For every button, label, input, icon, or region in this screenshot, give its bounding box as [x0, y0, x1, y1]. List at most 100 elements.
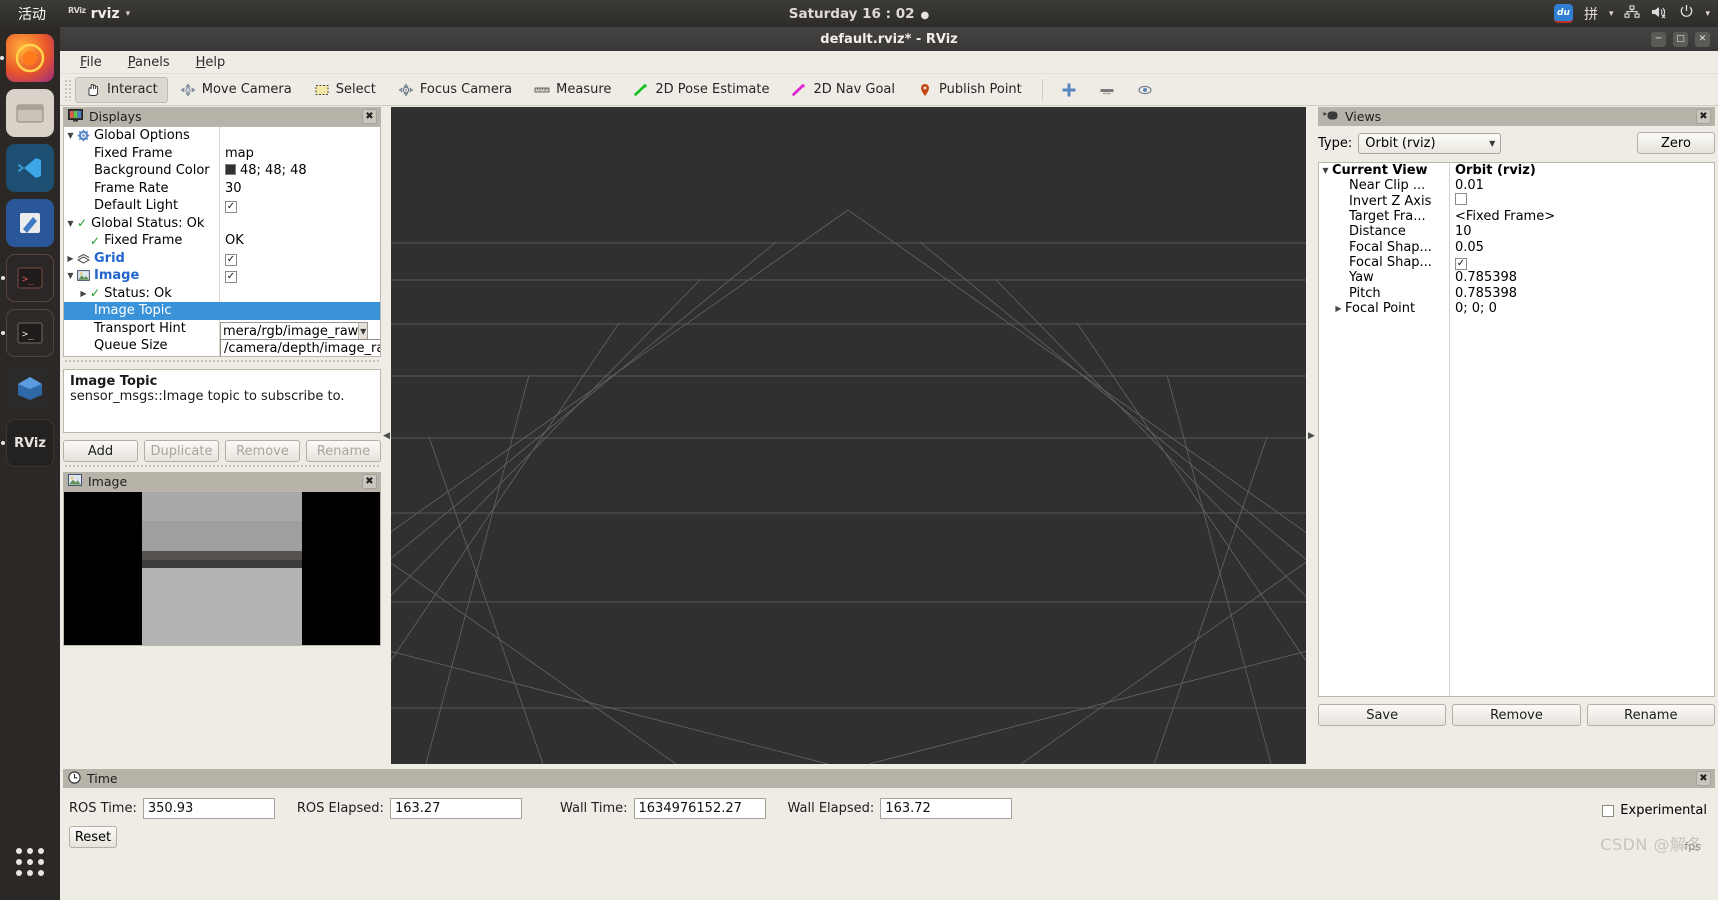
- views-row-focal-shape-size[interactable]: Focal Shap... 0.05: [1319, 239, 1714, 255]
- views-panel-close-icon[interactable]: ✖: [1696, 109, 1711, 124]
- tree-row-fixed-frame[interactable]: Fixed Frame map: [64, 145, 380, 163]
- views-row-target-frame[interactable]: Target Fra... <Fixed Frame>: [1319, 209, 1714, 224]
- collapse-right-icon[interactable]: ▶: [1308, 431, 1315, 441]
- network-icon[interactable]: [1624, 4, 1641, 23]
- row-value[interactable]: 0.01: [1449, 178, 1714, 193]
- image-topic-combobox[interactable]: mera/rgb/image_raw ▼: [220, 322, 368, 340]
- session-caret-icon[interactable]: ▾: [1705, 9, 1710, 19]
- row-value[interactable]: <Fixed Frame>: [1449, 209, 1714, 224]
- collapse-left-icon[interactable]: ◀: [383, 431, 390, 441]
- row-value[interactable]: map: [219, 146, 380, 161]
- tree-row-grid[interactable]: Grid ✓: [64, 250, 380, 268]
- chevron-down-icon[interactable]: ▼: [358, 323, 367, 339]
- row-value[interactable]: 0.05: [1449, 240, 1714, 255]
- expand-arrow-icon[interactable]: [1319, 166, 1332, 175]
- row-value[interactable]: 0; 0; 0: [1449, 301, 1714, 316]
- tree-row-status-fixed-frame[interactable]: ✓ Fixed Frame OK: [64, 232, 380, 250]
- time-panel-close-icon[interactable]: ✖: [1696, 771, 1711, 786]
- ros-time-input[interactable]: 350.93: [142, 798, 275, 819]
- tree-row-image[interactable]: Image ✓: [64, 267, 380, 285]
- clock[interactable]: Saturday 16 : 02 ●: [0, 6, 1718, 22]
- views-row-invert-z-axis[interactable]: Invert Z Axis: [1319, 193, 1714, 209]
- view-type-combobox[interactable]: Orbit (rviz) ▼: [1358, 132, 1502, 154]
- row-value[interactable]: ✓: [219, 198, 380, 214]
- image-topic-dropdown[interactable]: /camera/depth/image_raw /camera/rgb/imag…: [220, 339, 381, 357]
- panel-sizer-grip[interactable]: [63, 357, 381, 364]
- 3d-viewport[interactable]: [391, 107, 1306, 764]
- tool-interact[interactable]: Interact: [75, 76, 168, 103]
- toolbar-grip[interactable]: [64, 78, 72, 101]
- right-splitter-handle[interactable]: ▶: [1307, 107, 1316, 764]
- zero-button[interactable]: Zero: [1637, 132, 1715, 154]
- focal-shape-fixed-checkbox[interactable]: ✓: [1455, 257, 1467, 270]
- add-tool-button[interactable]: [1051, 77, 1087, 103]
- row-value[interactable]: 30: [219, 181, 380, 196]
- image-panel-close-icon[interactable]: ✖: [362, 474, 377, 489]
- left-splitter-handle[interactable]: ◀: [382, 107, 391, 764]
- menu-panels[interactable]: Panels: [120, 53, 178, 72]
- ros-elapsed-input[interactable]: 163.27: [389, 798, 522, 819]
- left-panel-sizer-grip[interactable]: [63, 462, 381, 469]
- views-row-distance[interactable]: Distance 10: [1319, 224, 1714, 239]
- ime-icon[interactable]: 拼: [1584, 4, 1598, 24]
- maximize-button[interactable]: □: [1673, 31, 1688, 47]
- row-value[interactable]: 48; 48; 48: [219, 163, 380, 178]
- tree-row-frame-rate[interactable]: Frame Rate 30: [64, 180, 380, 198]
- tool-2d-pose-estimate[interactable]: 2D Pose Estimate: [623, 77, 779, 103]
- default-light-checkbox[interactable]: ✓: [225, 201, 237, 214]
- tree-row-default-light[interactable]: Default Light ✓: [64, 197, 380, 215]
- views-row-yaw[interactable]: Yaw 0.785398: [1319, 270, 1714, 285]
- dock-item-rviz[interactable]: RViz: [1, 419, 54, 467]
- displays-tree[interactable]: Global Options Fixed Frame map: [63, 126, 381, 357]
- experimental-checkbox[interactable]: [1602, 804, 1615, 817]
- row-value[interactable]: [1449, 193, 1714, 209]
- rename-view-button[interactable]: Rename: [1586, 704, 1715, 726]
- tree-row-background-color[interactable]: Background Color 48; 48; 48: [64, 162, 380, 180]
- close-button[interactable]: ✕: [1695, 31, 1710, 47]
- show-applications-button[interactable]: [6, 838, 54, 886]
- row-value[interactable]: ✓: [219, 251, 380, 266]
- row-value[interactable]: 0.785398: [1449, 270, 1714, 285]
- image-enable-checkbox[interactable]: ✓: [225, 271, 237, 284]
- expand-arrow-icon[interactable]: [64, 271, 77, 280]
- dock-item-terminal-red[interactable]: >_: [1, 254, 54, 302]
- dock-item-terminal[interactable]: >_: [1, 309, 54, 357]
- tree-row-image-topic[interactable]: Image Topic: [64, 302, 380, 320]
- minimize-button[interactable]: ─: [1651, 31, 1666, 47]
- tool-properties-button[interactable]: [1127, 77, 1163, 103]
- remove-tool-button[interactable]: [1089, 77, 1125, 103]
- power-icon[interactable]: [1679, 4, 1694, 23]
- views-row-current-view[interactable]: Current View Orbit (rviz): [1319, 163, 1714, 178]
- row-value[interactable]: 0.785398: [1449, 286, 1714, 301]
- remove-view-button[interactable]: Remove: [1452, 704, 1581, 726]
- tool-2d-nav-goal[interactable]: 2D Nav Goal: [781, 77, 905, 103]
- save-view-button[interactable]: Save: [1318, 704, 1447, 726]
- views-tree[interactable]: Current View Orbit (rviz) Near Clip ... …: [1318, 162, 1715, 697]
- reset-button[interactable]: Reset: [69, 826, 117, 848]
- volume-muted-icon[interactable]: [1651, 5, 1668, 23]
- tool-move-camera[interactable]: Move Camera: [170, 77, 302, 103]
- grid-enable-checkbox[interactable]: ✓: [225, 253, 237, 266]
- dock-item-firefox[interactable]: [0, 34, 54, 82]
- dropdown-option-depth[interactable]: /camera/depth/image_raw: [221, 340, 380, 356]
- baidu-icon[interactable]: du: [1553, 4, 1573, 23]
- wall-elapsed-input[interactable]: 163.72: [880, 798, 1013, 819]
- wall-time-input[interactable]: 1634976152.27: [633, 798, 766, 819]
- add-button[interactable]: Add: [63, 440, 138, 462]
- expand-arrow-icon[interactable]: [1332, 304, 1345, 313]
- tool-measure[interactable]: Measure: [524, 77, 621, 103]
- dropdown-option-rgb[interactable]: /camera/rgb/image_raw: [221, 356, 381, 357]
- tool-select[interactable]: Select: [304, 77, 386, 103]
- tree-row-global-options[interactable]: Global Options: [64, 127, 380, 145]
- menu-help[interactable]: Help: [188, 53, 234, 72]
- views-row-pitch[interactable]: Pitch 0.785398: [1319, 285, 1714, 301]
- dock-item-text-editor[interactable]: [6, 199, 54, 247]
- dock-item-files[interactable]: [6, 89, 54, 137]
- tree-row-image-status[interactable]: ✓ Status: Ok: [64, 285, 380, 303]
- dock-item-blender[interactable]: [6, 364, 54, 412]
- tree-row-global-status[interactable]: ✓ Global Status: Ok: [64, 215, 380, 233]
- tool-focus-camera[interactable]: Focus Camera: [388, 77, 522, 103]
- expand-arrow-icon[interactable]: [64, 219, 77, 228]
- expand-arrow-icon[interactable]: [64, 254, 77, 263]
- menu-file[interactable]: File: [72, 53, 110, 72]
